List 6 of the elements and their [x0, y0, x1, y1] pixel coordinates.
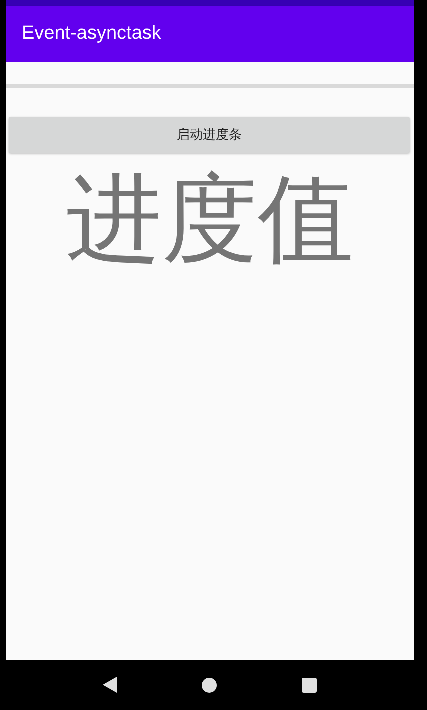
start-progress-button[interactable]: 启动进度条: [9, 117, 410, 153]
home-icon[interactable]: [202, 678, 217, 692]
progress-value-text: 进度值: [66, 167, 354, 273]
back-icon[interactable]: [103, 677, 118, 693]
recents-icon[interactable]: [302, 678, 317, 692]
app-title: Event-asynctask: [22, 23, 162, 45]
